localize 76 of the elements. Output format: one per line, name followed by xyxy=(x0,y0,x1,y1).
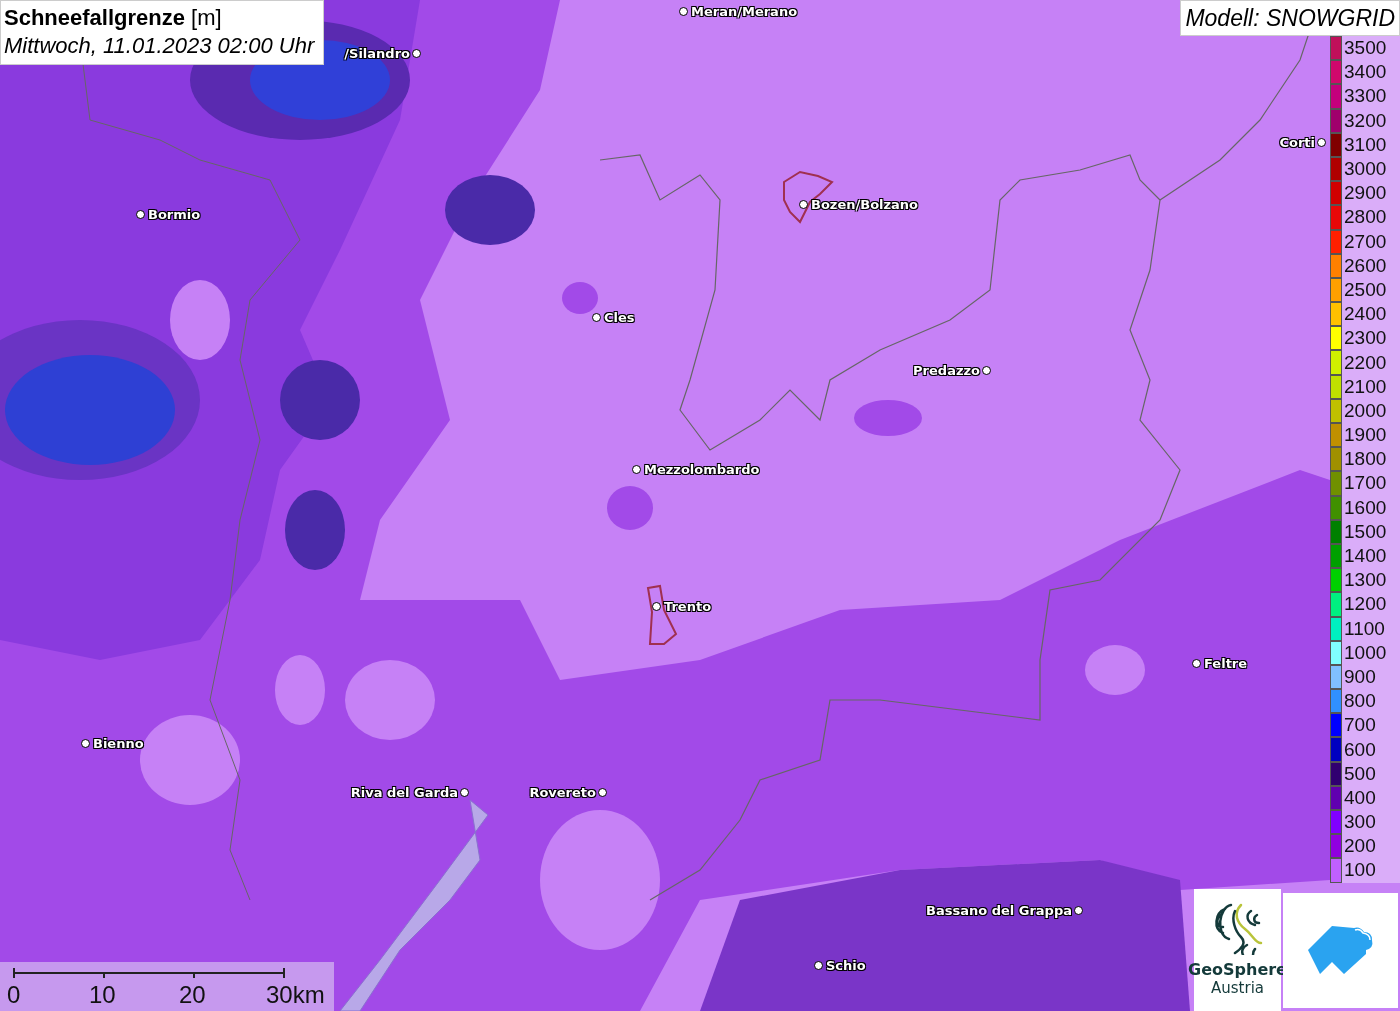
map-title: Schneefallgrenze xyxy=(4,5,185,30)
legend-value: 1200 xyxy=(1344,594,1387,615)
city-dot-icon xyxy=(1074,906,1083,915)
legend-value: 2500 xyxy=(1344,279,1387,300)
legend-value: 3300 xyxy=(1344,86,1387,107)
city-label: Bienno xyxy=(93,735,144,752)
legend-value: 900 xyxy=(1344,666,1376,687)
city-dot-icon xyxy=(982,366,991,375)
legend-value: 1000 xyxy=(1344,642,1387,663)
city-dot-icon xyxy=(460,788,469,797)
legend-value: 700 xyxy=(1344,715,1376,736)
city-label: Riva del Garda xyxy=(350,784,458,801)
legend-value: 600 xyxy=(1344,739,1376,760)
city-label: Bozen/Bolzano xyxy=(811,196,919,213)
logo-subtitle: Austria xyxy=(1211,979,1264,997)
legend-value: 2200 xyxy=(1344,352,1387,373)
legend-value: 3500 xyxy=(1344,38,1387,59)
legend-value: 1400 xyxy=(1344,546,1387,567)
city-dot-icon xyxy=(1317,138,1326,147)
city-label: Corti xyxy=(1279,134,1315,151)
city-dot-icon xyxy=(679,7,688,16)
scale-label: 20 xyxy=(179,982,206,1008)
legend-value: 500 xyxy=(1344,763,1376,784)
city-dot-icon xyxy=(1192,659,1201,668)
legend-value: 2400 xyxy=(1344,304,1387,325)
legend-value: 200 xyxy=(1344,836,1376,857)
city-label: Predazzo xyxy=(913,362,980,379)
city-label: Cles xyxy=(604,309,635,326)
legend-value: 100 xyxy=(1344,860,1376,881)
legend-value: 3200 xyxy=(1344,110,1387,131)
legend-value: 2000 xyxy=(1344,400,1387,421)
legend-value: 1300 xyxy=(1344,570,1387,591)
logo-name: GeoSphere xyxy=(1188,961,1287,979)
city-label: Feltre xyxy=(1204,655,1248,672)
legend-value: 1900 xyxy=(1344,425,1387,446)
city-label: /Silandro xyxy=(344,45,410,62)
legend-value: 2900 xyxy=(1344,183,1387,204)
legend-value: 300 xyxy=(1344,812,1376,833)
legend-value: 2600 xyxy=(1344,255,1387,276)
city-label: Schio xyxy=(826,957,866,974)
city-dot-icon xyxy=(412,49,421,58)
legend-value: 1500 xyxy=(1344,521,1387,542)
legend-value: 2100 xyxy=(1344,376,1387,397)
legend-value: 3000 xyxy=(1344,159,1387,180)
scale-label: 0 xyxy=(7,982,21,1008)
city-dot-icon xyxy=(632,465,641,474)
scale-label: 10 xyxy=(89,982,116,1008)
model-label: Modell: SNOWGRID xyxy=(1180,0,1400,36)
city-dot-icon xyxy=(799,200,808,209)
legend-value: 400 xyxy=(1344,787,1376,808)
legend-value: 1800 xyxy=(1344,449,1387,470)
legend-value: 3100 xyxy=(1344,134,1387,155)
city-dot-icon xyxy=(81,739,90,748)
legend-value: 3400 xyxy=(1344,62,1387,83)
mountain-cloud-logo-icon xyxy=(1307,925,1374,976)
city-label: Bassano del Grappa xyxy=(926,902,1072,919)
legend-value: 800 xyxy=(1344,691,1376,712)
city-dot-icon xyxy=(652,602,661,611)
city-dot-icon xyxy=(592,313,601,322)
legend-value: 2800 xyxy=(1344,207,1387,228)
legend-value: 1100 xyxy=(1344,618,1385,639)
city-dot-icon xyxy=(136,210,145,219)
legend-value: 1700 xyxy=(1344,473,1387,494)
city-label: Rovereto xyxy=(529,784,596,801)
city-label: Bormio xyxy=(148,206,201,223)
scale-label: 30km xyxy=(266,982,325,1008)
city-dot-icon xyxy=(598,788,607,797)
city-label: Mezzolombardo xyxy=(644,461,760,478)
legend-value: 2700 xyxy=(1344,231,1387,252)
date-time-label: Mittwoch, 11.01.2023 02:00 Uhr xyxy=(4,32,315,60)
unit-label: [m] xyxy=(191,5,222,30)
city-dot-icon xyxy=(814,961,823,970)
city-label: Meran/Merano xyxy=(691,3,798,20)
legend-value: 2300 xyxy=(1344,328,1387,349)
legend-value: 1600 xyxy=(1344,497,1387,518)
city-label: Trento xyxy=(664,598,712,615)
